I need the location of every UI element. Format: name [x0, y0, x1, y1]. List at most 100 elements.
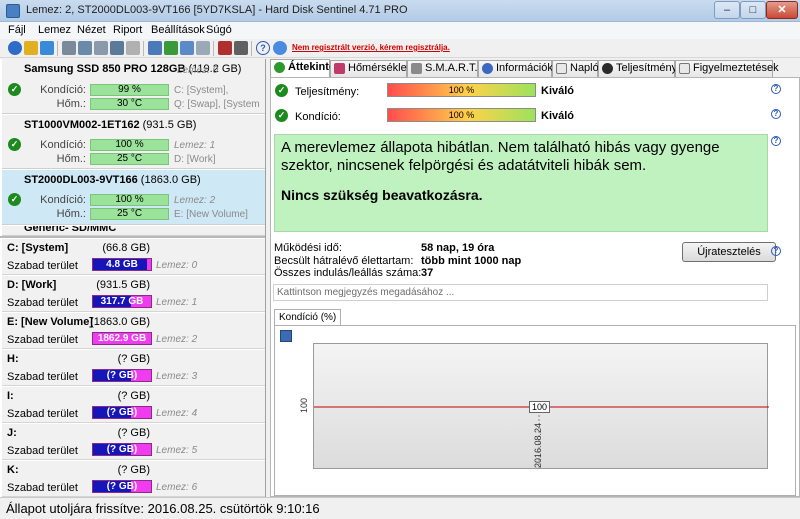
- partition-item[interactable]: E: [New Volume] (1863.0 GB) Szabad terül…: [2, 313, 265, 349]
- gear-icon[interactable]: [234, 41, 248, 55]
- free-space-label: Szabad terület: [7, 371, 78, 383]
- performance-status: Kiváló: [541, 85, 575, 97]
- health-label: Kondíció:: [40, 194, 86, 206]
- uptime-value: 58 nap, 19 óra: [421, 242, 495, 254]
- partition-size: (1863.0 GB): [90, 316, 150, 328]
- menu-report[interactable]: Riport: [113, 24, 142, 36]
- partition-name: H:: [7, 353, 19, 365]
- ok-check-icon: ✓: [275, 84, 288, 97]
- tab-smart[interactable]: S.M.A.R.T.: [407, 60, 478, 77]
- free-space-bar: (? GB): [92, 443, 152, 456]
- temp-bar: 25 °C: [90, 208, 169, 220]
- disk-item[interactable]: Samsung SSD 850 PRO 128GB (119.2 GB) Lem…: [2, 59, 265, 114]
- disk-name: Generic- SD/MMC: [24, 226, 117, 234]
- help-icon[interactable]: ?: [771, 246, 781, 256]
- temp-label: Hőm.:: [56, 153, 86, 165]
- partition-lemez: Lemez: 2: [156, 334, 198, 345]
- partition-lemez: Lemez: 1: [156, 297, 198, 308]
- partition-size: (931.5 GB): [96, 279, 150, 291]
- chart-frame: 100 2016.08.24 100: [274, 325, 796, 496]
- partition-size: (66.8 GB): [102, 242, 150, 254]
- help-icon[interactable]: ?: [771, 136, 781, 146]
- disk-icon[interactable]: [126, 41, 140, 55]
- partition-item[interactable]: D: [Work] (931.5 GB) Szabad terület 317.…: [2, 276, 265, 312]
- disk-info-icon[interactable]: [24, 41, 38, 55]
- report-icon[interactable]: [148, 41, 162, 55]
- tab-overview[interactable]: Áttekintés: [270, 59, 341, 78]
- temp-bar: 30 °C: [90, 98, 169, 110]
- menu-view[interactable]: Nézet: [77, 24, 106, 36]
- tab-alerts[interactable]: Figyelmeztetések: [675, 60, 779, 77]
- help-icon[interactable]: ?: [256, 41, 270, 55]
- thermometer-icon: [334, 63, 345, 74]
- remaining-life-label: Becsült hátralévő élettartam:: [274, 255, 414, 267]
- menu-help[interactable]: Súgó: [206, 24, 232, 36]
- tab-log[interactable]: Napló: [552, 60, 599, 77]
- partition-lemez: Lemez: 6: [156, 482, 198, 493]
- overview-panel: ✓ Teljesítmény: 100 % Kiváló ? ✓ Kondíci…: [270, 77, 800, 497]
- disk-partitions: Q: [Swap], [System: [174, 99, 260, 110]
- splitter[interactable]: [0, 236, 265, 238]
- free-space-label: Szabad terület: [7, 260, 78, 272]
- help-icon[interactable]: ?: [771, 84, 781, 94]
- chart-icon[interactable]: [40, 41, 54, 55]
- disk-item[interactable]: ST1000VM002-1ET162 (931.5 GB) ✓ Kondíció…: [2, 115, 265, 169]
- partition-lemez: Lemez: 0: [156, 260, 198, 271]
- test-icon[interactable]: [110, 41, 124, 55]
- help-icon[interactable]: ?: [771, 109, 781, 119]
- settings-icon[interactable]: [94, 41, 108, 55]
- alert-icon[interactable]: [218, 41, 232, 55]
- tool-icon[interactable]: [62, 41, 76, 55]
- maximize-button[interactable]: □: [740, 1, 766, 19]
- status-bar: Állapot utoljára frissítve: 2016.08.25. …: [0, 497, 800, 519]
- tab-temperature[interactable]: Hőmérséklet: [330, 60, 410, 77]
- temp-label: Hőm.:: [56, 98, 86, 110]
- toolbar-separator: [251, 41, 252, 56]
- app-icon: [6, 4, 20, 18]
- save-icon[interactable]: [280, 330, 292, 342]
- tab-information[interactable]: Információk: [478, 60, 553, 77]
- disk-list-panel: Samsung SSD 850 PRO 128GB (119.2 GB) Lem…: [0, 59, 266, 497]
- disk-item-selected[interactable]: ST2000DL003-9VT166 (1863.0 GB) ✓ Kondíci…: [2, 170, 265, 225]
- health-label: Kondíció:: [40, 139, 86, 151]
- partition-item[interactable]: J: (? GB) Szabad terület (? GB) Lemez: 5: [2, 424, 265, 460]
- partition-name: E: [New Volume]: [7, 316, 93, 328]
- disk-name: ST2000DL003-9VT166 (1863.0 GB): [24, 174, 201, 186]
- disk-partitions: D: [Work]: [174, 154, 216, 165]
- tab-performance[interactable]: Teljesítmény: [598, 60, 677, 77]
- print-icon[interactable]: [196, 41, 210, 55]
- partition-item[interactable]: I: (? GB) Szabad terület (? GB) Lemez: 4: [2, 387, 265, 423]
- disk-lemez: Lemez: 2: [174, 195, 216, 206]
- chart-tab-health[interactable]: Kondíció (%): [274, 309, 342, 326]
- email-icon[interactable]: [180, 41, 194, 55]
- temp-bar: 25 °C: [90, 153, 169, 165]
- status-message: A merevlemez állapota hibátlan. Nem talá…: [281, 139, 720, 174]
- menu-file[interactable]: Fájl: [8, 24, 26, 36]
- menu-disk[interactable]: Lemez: [38, 24, 71, 36]
- export-icon[interactable]: [164, 41, 178, 55]
- unregistered-link[interactable]: Nem regisztrált verzió, kérem regisztrál…: [292, 43, 450, 52]
- start-stop-value: 37: [421, 267, 434, 279]
- partition-item[interactable]: C: [System] (66.8 GB) Szabad terület 4.8…: [2, 239, 265, 275]
- toolbar: ? Nem regisztrált verzió, kérem regisztr…: [0, 39, 800, 58]
- close-button[interactable]: ✕: [766, 1, 798, 19]
- menu-settings[interactable]: Beállítások: [151, 24, 205, 36]
- minimize-button[interactable]: –: [714, 1, 740, 19]
- status-text: Állapot utoljára frissítve: 2016.08.25. …: [6, 501, 320, 516]
- partition-name: J:: [7, 427, 17, 439]
- free-space-label: Szabad terület: [7, 445, 78, 457]
- start-stop-label: Összes indulás/leállás száma:: [274, 267, 422, 279]
- performance-bar: 100 %: [387, 83, 536, 97]
- refresh-icon[interactable]: [8, 41, 22, 55]
- check-icon: [274, 62, 285, 73]
- retest-button[interactable]: Újratesztelés: [682, 242, 776, 262]
- partition-item[interactable]: K: (? GB) Szabad terület (? GB) Lemez: 6: [2, 461, 265, 497]
- web-icon[interactable]: [273, 41, 287, 55]
- comment-input[interactable]: Kattintson megjegyzés megadásához ...: [273, 284, 768, 301]
- partition-name: D: [Work]: [7, 279, 57, 291]
- disk-item[interactable]: Generic- SD/MMC: [2, 226, 265, 236]
- toolbar-separator: [213, 41, 214, 56]
- partition-item[interactable]: H: (? GB) Szabad terület (? GB) Lemez: 3: [2, 350, 265, 386]
- health-label: Kondíció:: [40, 84, 86, 96]
- temperature-icon[interactable]: [78, 41, 92, 55]
